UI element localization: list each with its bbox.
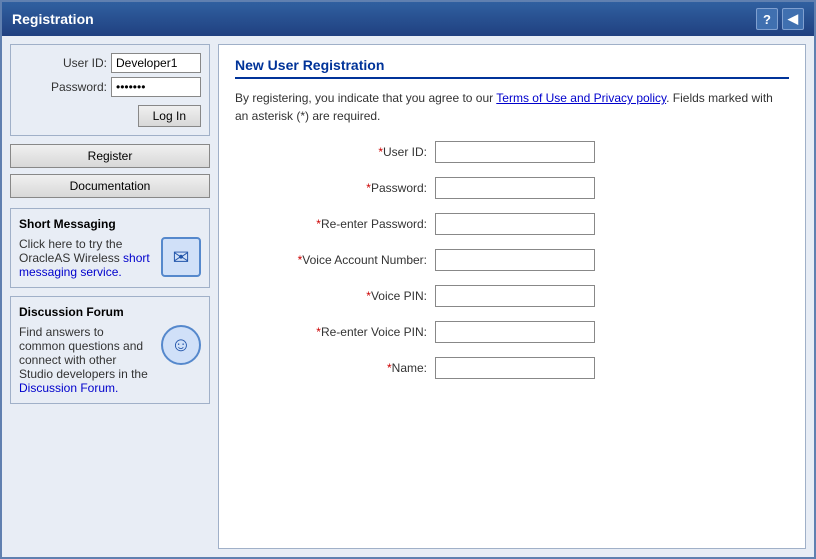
- side-buttons: Register Documentation: [10, 144, 210, 200]
- registration-description: By registering, you indicate that you ag…: [235, 89, 789, 125]
- short-messaging-title: Short Messaging: [19, 217, 201, 231]
- password-input[interactable]: [111, 77, 201, 97]
- main-window: Registration ? ◀ User ID: Password: Log …: [0, 0, 816, 559]
- reg-voice-pin-input[interactable]: [435, 285, 595, 307]
- reg-voice-account-input[interactable]: [435, 249, 595, 271]
- documentation-button[interactable]: Documentation: [10, 174, 210, 198]
- discussion-forum-before: Find answers to common questions and con…: [19, 325, 148, 381]
- discussion-forum-box: Discussion Forum Find answers to common …: [10, 296, 210, 404]
- close-icon[interactable]: ◀: [782, 8, 804, 30]
- title-bar: Registration ? ◀: [2, 2, 814, 36]
- registration-title: New User Registration: [235, 57, 789, 79]
- short-messaging-before: Click here to try the OracleAS Wireless: [19, 237, 123, 265]
- content-area: User ID: Password: Log In Register Docum…: [2, 36, 814, 557]
- login-box: User ID: Password: Log In: [10, 44, 210, 136]
- right-panel: New User Registration By registering, yo…: [218, 44, 806, 549]
- userid-row: User ID:: [19, 53, 201, 73]
- title-bar-icons: ? ◀: [756, 8, 804, 30]
- short-messaging-text: Click here to try the OracleAS Wireless …: [19, 237, 153, 279]
- wireless-icon-symbol: ✉: [173, 245, 190, 270]
- register-button[interactable]: Register: [10, 144, 210, 168]
- reg-desc-before: By registering, you indicate that you ag…: [235, 91, 496, 105]
- reg-repassword-input[interactable]: [435, 213, 595, 235]
- name-field-row: *Name:: [235, 357, 789, 379]
- left-panel: User ID: Password: Log In Register Docum…: [10, 44, 210, 549]
- voice-account-field-label: *Voice Account Number:: [235, 253, 435, 267]
- userid-label: User ID:: [63, 56, 107, 70]
- voice-account-field-row: *Voice Account Number:: [235, 249, 789, 271]
- short-messaging-box: Short Messaging Click here to try the Or…: [10, 208, 210, 288]
- discussion-forum-link[interactable]: Discussion Forum.: [19, 381, 118, 395]
- voice-pin-field-row: *Voice PIN:: [235, 285, 789, 307]
- wireless-icon[interactable]: ✉: [161, 237, 201, 277]
- password-field-label: *Password:: [235, 181, 435, 195]
- voice-pin-field-label: *Voice PIN:: [235, 289, 435, 303]
- userid-field-row: *User ID:: [235, 141, 789, 163]
- password-row: Password:: [19, 77, 201, 97]
- name-field-label: *Name:: [235, 361, 435, 375]
- password-field-row: *Password:: [235, 177, 789, 199]
- reenter-password-field-label: *Re-enter Password:: [235, 217, 435, 231]
- forum-icon-symbol: ☺: [171, 334, 191, 357]
- short-messaging-content: Click here to try the OracleAS Wireless …: [19, 237, 201, 279]
- forum-icon[interactable]: ☺: [161, 325, 201, 365]
- reenter-voice-pin-field-label: *Re-enter Voice PIN:: [235, 325, 435, 339]
- window-title: Registration: [12, 11, 94, 27]
- login-btn-row: Log In: [19, 105, 201, 127]
- reg-name-input[interactable]: [435, 357, 595, 379]
- terms-link[interactable]: Terms of Use and Privacy policy: [496, 91, 666, 105]
- discussion-forum-content: Find answers to common questions and con…: [19, 325, 201, 395]
- reg-userid-input[interactable]: [435, 141, 595, 163]
- reenter-voice-pin-field-row: *Re-enter Voice PIN:: [235, 321, 789, 343]
- reg-password-input[interactable]: [435, 177, 595, 199]
- userid-input[interactable]: [111, 53, 201, 73]
- help-icon[interactable]: ?: [756, 8, 778, 30]
- login-button[interactable]: Log In: [138, 105, 201, 127]
- userid-field-label: *User ID:: [235, 145, 435, 159]
- discussion-forum-text: Find answers to common questions and con…: [19, 325, 153, 395]
- reenter-password-field-row: *Re-enter Password:: [235, 213, 789, 235]
- reg-revoice-pin-input[interactable]: [435, 321, 595, 343]
- password-label: Password:: [51, 80, 107, 94]
- discussion-forum-title: Discussion Forum: [19, 305, 201, 319]
